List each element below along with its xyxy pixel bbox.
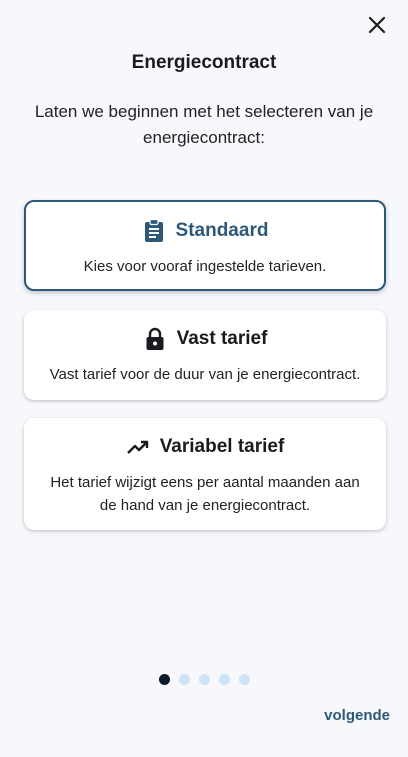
close-icon [368, 16, 386, 34]
option-card-vast-tarief[interactable]: Vast tarief Vast tarief voor de duur van… [24, 310, 386, 400]
page-dot-2[interactable] [178, 674, 190, 685]
page-dot-5[interactable] [238, 674, 250, 685]
bottom-sheet: Energiecontract Laten we beginnen met he… [0, 0, 408, 757]
option-header: Vast tarief [24, 327, 386, 351]
option-header: Variabel tarief [24, 435, 386, 459]
option-title: Standaard [175, 220, 269, 241]
option-card-standaard[interactable]: Standaard Kies voor vooraf ingestelde ta… [24, 200, 386, 291]
option-description: Vast tarief voor de duur van je energiec… [49, 366, 361, 383]
option-title: Variabel tarief [159, 436, 285, 457]
clipboard-icon [142, 219, 166, 243]
trending-up-icon [126, 435, 150, 459]
page-dot-4[interactable] [218, 674, 230, 685]
option-card-variabel-tarief[interactable]: Variabel tarief Het tarief wijzigt eens … [24, 418, 386, 530]
option-description: Het tarief wijzigt eens per aantal maand… [50, 474, 360, 514]
page-dot-1[interactable] [158, 674, 170, 685]
lock-icon [143, 327, 167, 351]
option-description: Kies voor vooraf ingestelde tarieven. [83, 258, 327, 275]
option-header: Standaard [26, 219, 384, 243]
pagination-dots [0, 674, 408, 685]
page-dot-3[interactable] [198, 674, 210, 685]
option-title: Vast tarief [176, 328, 268, 349]
next-button[interactable]: volgende [324, 707, 390, 724]
page-subtitle: Laten we beginnen met het selecteren van… [34, 102, 374, 147]
close-button[interactable] [364, 12, 390, 38]
page-title: Energiecontract [131, 52, 277, 73]
